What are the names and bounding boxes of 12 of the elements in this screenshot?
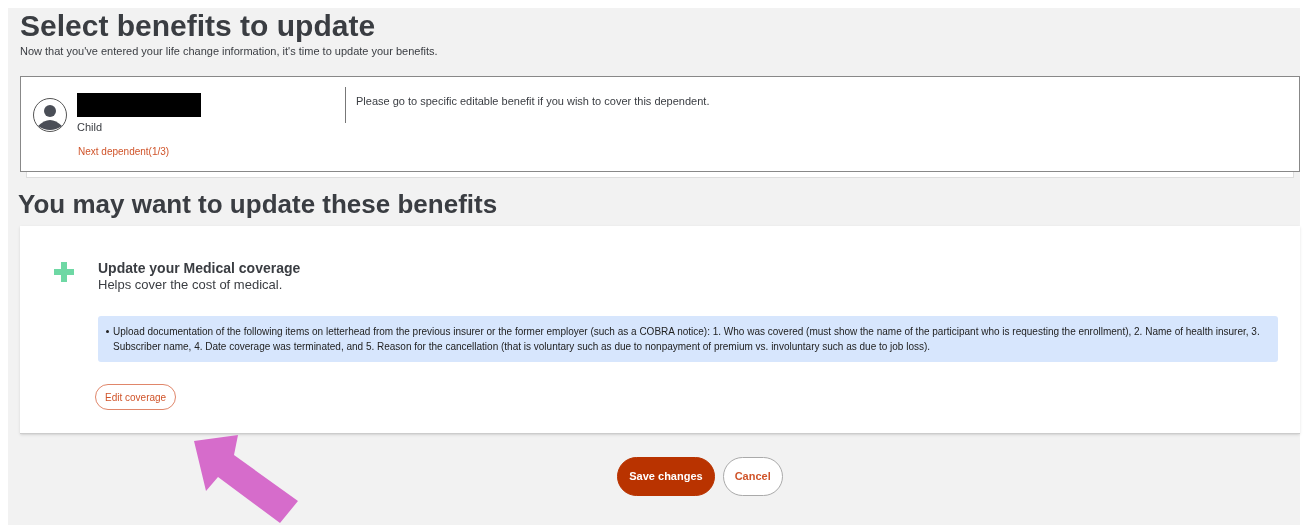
- benefit-title: Update your Medical coverage: [98, 260, 301, 277]
- cancel-button[interactable]: Cancel: [722, 457, 783, 496]
- dependent-relationship: Child: [77, 120, 104, 135]
- info-note: Upload documentation of the following items on letterhead from the previous insurer or the former employer (such as a COBRA notice): 1. Who was covered (must show the name of the participant who is requesting the enrollment), 2. Name of health insurer, 3. Subscriber name, 4. Date coverage was terminated, and 5. Reason for the cancellation (that is voluntary such as due to nonpayment of premium vs. involuntary such as due to job loss).: [113, 325, 1261, 354]
- page-title: Select benefits to update: [20, 8, 376, 44]
- page-subtitle: Now that you've entered your life change information, it's time to update your benefits.: [20, 44, 438, 58]
- next-dependent-link[interactable]: Next dependent(1/3): [78, 143, 170, 159]
- dependent-message: Please go to specific editable benefit if you wish to cover this dependent.: [356, 94, 710, 109]
- save-button[interactable]: Save changes: [617, 457, 715, 496]
- edit-coverage-button[interactable]: Edit coverage: [95, 384, 177, 410]
- benefit-subtitle: Helps cover the cost of medical.: [98, 277, 283, 293]
- section-title: You may want to update these benefits: [18, 188, 498, 220]
